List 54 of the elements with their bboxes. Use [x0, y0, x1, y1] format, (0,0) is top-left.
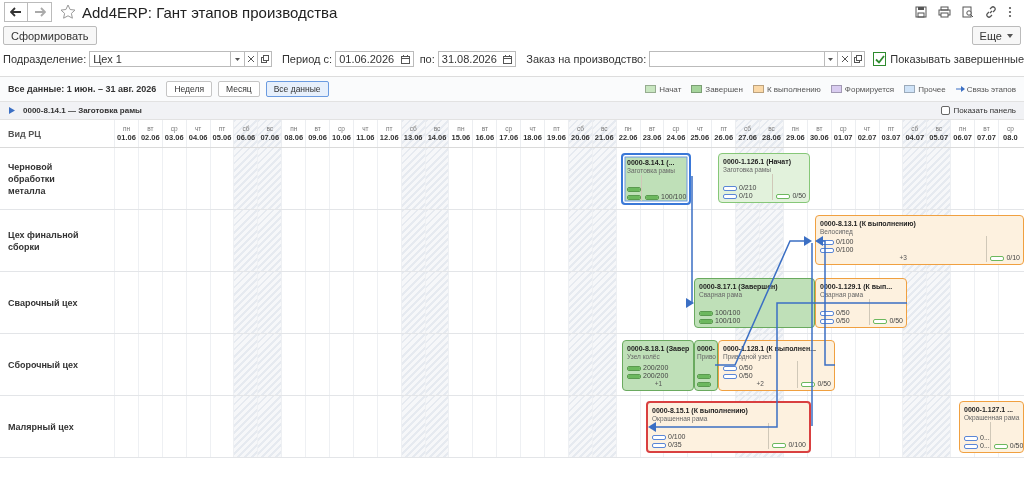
- scale-button[interactable]: Месяц: [218, 81, 260, 97]
- row-label: Черновой обработки металла: [8, 160, 56, 197]
- forward-arrow-icon: [33, 7, 46, 17]
- caret-icon: [828, 57, 834, 61]
- row-label: Сборочный цех: [8, 358, 78, 371]
- more-icon[interactable]: [1008, 6, 1012, 18]
- legend-label: К выполнению: [766, 84, 821, 94]
- close-icon: [841, 56, 848, 62]
- calendar-icon[interactable]: [503, 54, 513, 64]
- row-label: Малярный цех: [8, 420, 74, 433]
- date-field[interactable]: 01.06.2026: [335, 51, 414, 67]
- window-title: Add4ERP: Гант этапов производства: [82, 3, 338, 21]
- show-panel-label: Показать панель: [953, 106, 1016, 115]
- open-window-icon: [854, 55, 863, 63]
- caret-icon: [1007, 33, 1013, 38]
- expand-icon[interactable]: [9, 107, 15, 114]
- back-arrow-icon: [10, 7, 22, 17]
- preview-icon[interactable]: [962, 6, 974, 18]
- department-label: Подразделение:: [3, 53, 87, 65]
- group-title: 0000-8.14.1 — Заготовка рамы: [23, 106, 142, 115]
- row-label: Цех финальной сборки: [8, 228, 80, 253]
- checkbox[interactable]: [873, 52, 887, 66]
- range-summary: Все данные: 1 июн. – 31 авг. 2026: [8, 84, 157, 94]
- open-window-icon: [260, 55, 269, 63]
- clear-button[interactable]: [838, 51, 852, 67]
- calendar-icon[interactable]: [400, 54, 410, 64]
- generate-button[interactable]: Сформировать: [3, 26, 97, 45]
- caret-icon: [234, 57, 240, 61]
- save-icon[interactable]: [915, 6, 927, 18]
- back-button[interactable]: [4, 2, 28, 22]
- period-to-label: по:: [419, 53, 435, 65]
- legend-label: Завершен: [705, 84, 743, 94]
- show-completed-label: Показывать завершенные: [890, 53, 1024, 65]
- date-field[interactable]: 31.08.2026: [437, 51, 517, 67]
- arrow-icon: [955, 86, 965, 92]
- close-icon: [247, 56, 254, 62]
- scale-button[interactable]: Неделя: [166, 81, 213, 97]
- order-field[interactable]: [649, 51, 825, 67]
- checkbox[interactable]: [940, 106, 950, 115]
- legend-label: Начат: [659, 84, 682, 94]
- column-header: Вид РЦ: [7, 127, 42, 141]
- link-icon[interactable]: [985, 6, 997, 18]
- more-button[interactable]: Еще: [971, 26, 1021, 45]
- star-icon[interactable]: [60, 4, 76, 20]
- period-from-label: Период с:: [281, 53, 333, 65]
- row-label: Сварочный цех: [8, 296, 78, 309]
- scale-button[interactable]: Все данные: [265, 81, 329, 97]
- legend-label: Связь этапов: [966, 84, 1016, 94]
- legend-label: Прочее: [918, 84, 946, 94]
- legend-label: Формируется: [844, 84, 895, 94]
- department-field[interactable]: Цех 1: [89, 51, 231, 67]
- print-icon[interactable]: [938, 6, 951, 18]
- order-label: Заказ на производство:: [526, 53, 647, 65]
- open-button[interactable]: [258, 51, 272, 67]
